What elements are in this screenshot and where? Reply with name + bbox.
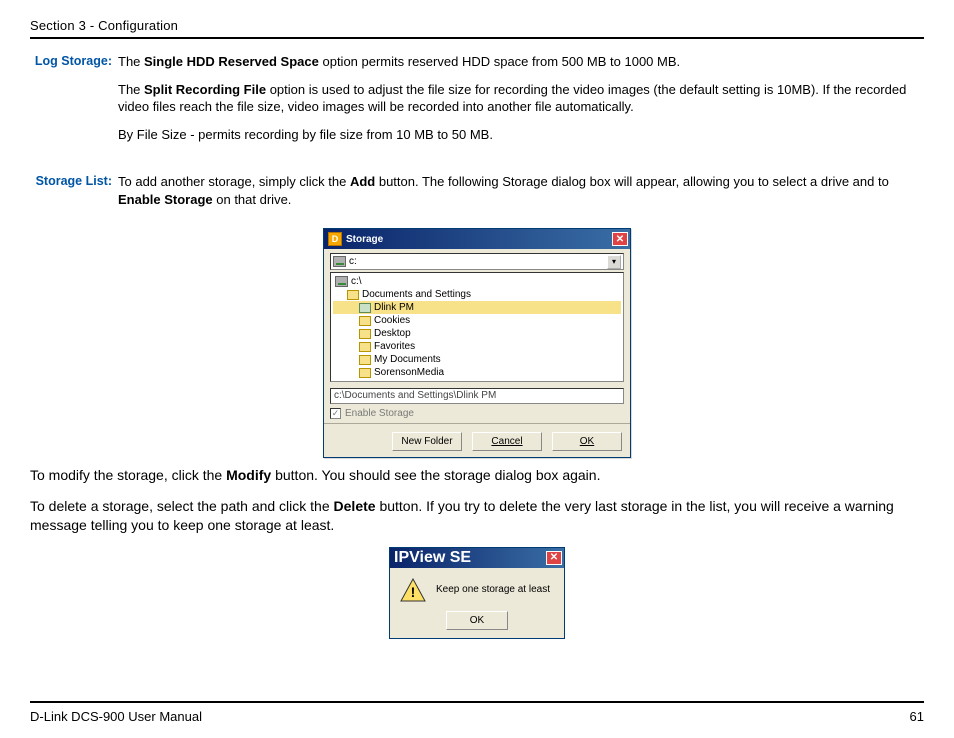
close-icon[interactable]: ✕: [612, 232, 628, 246]
close-icon[interactable]: ✕: [546, 551, 562, 565]
bold-term: Modify: [226, 467, 271, 483]
tree-item[interactable]: Cookies: [333, 314, 621, 327]
disk-icon: [333, 256, 346, 267]
folder-icon: [359, 342, 371, 352]
checkbox-icon[interactable]: ✓: [330, 408, 341, 419]
folder-icon: [359, 381, 371, 383]
tree-item[interactable]: Favorites: [333, 340, 621, 353]
warning-title: IPView SE: [394, 549, 471, 567]
divider: [324, 423, 630, 424]
tree-item[interactable]: Desktop: [333, 327, 621, 340]
svg-text:!: !: [411, 584, 416, 600]
folder-icon: [347, 290, 359, 300]
tree-item-label: Start Menu: [374, 380, 423, 382]
chevron-down-icon[interactable]: ▾: [607, 255, 621, 269]
folder-icon: [359, 329, 371, 339]
warning-titlebar: IPView SE ✕: [390, 548, 564, 568]
warning-dialog: IPView SE ✕ ! Keep one storage at least …: [389, 547, 565, 639]
new-folder-button[interactable]: New Folder: [392, 432, 462, 451]
section-header: Section 3 - Configuration: [30, 18, 924, 39]
log-storage-block: Log Storage: The Single HDD Reserved Spa…: [30, 53, 924, 153]
storage-list-body: To add another storage, simply click the…: [118, 173, 924, 218]
cancel-label: Cancel: [491, 436, 522, 447]
tree-item[interactable]: Start Menu: [333, 379, 621, 382]
path-field[interactable]: c:\Documents and Settings\Dlink PM: [330, 388, 624, 404]
tree-item-label: Favorites: [374, 341, 415, 352]
warning-icon: !: [400, 578, 426, 602]
folder-tree[interactable]: c:\Documents and Settings Dlink PM Cookies…: [330, 272, 624, 382]
folder-icon: [359, 303, 371, 313]
text: button. The following Storage dialog box…: [375, 174, 889, 189]
storage-list-block: Storage List: To add another storage, si…: [30, 173, 924, 218]
text: button. You should see the storage dialo…: [271, 467, 600, 483]
tree-item-label: Dlink PM: [374, 302, 414, 313]
log-storage-label: Log Storage:: [30, 53, 118, 68]
tree-item[interactable]: SorensonMedia: [333, 366, 621, 379]
log-storage-body: The Single HDD Reserved Space option per…: [118, 53, 924, 153]
text: To modify the storage, click the: [30, 467, 226, 483]
tree-item-label: Documents and Settings: [362, 289, 471, 300]
tree-item-label: SorensonMedia: [374, 367, 444, 378]
storage-dialog: D Storage ✕ c: ▾ c:\Documents and Settin…: [323, 228, 631, 458]
tree-item-label: My Documents: [374, 354, 441, 365]
footer-title: D-Link DCS-900 User Manual: [30, 709, 202, 724]
delete-paragraph: To delete a storage, select the path and…: [30, 497, 924, 535]
bold-term: Single HDD Reserved Space: [144, 54, 319, 69]
tree-item-label: Cookies: [374, 315, 410, 326]
bold-term: Split Recording File: [144, 82, 266, 97]
page-footer: D-Link DCS-900 User Manual 61: [30, 701, 924, 724]
checkbox-label: Enable Storage: [345, 408, 414, 419]
folder-icon: [359, 368, 371, 378]
bold-term: Enable Storage: [118, 192, 213, 207]
storage-titlebar: D Storage ✕: [324, 229, 630, 249]
warning-ok-button[interactable]: OK: [446, 611, 508, 630]
drive-label: c:: [349, 256, 357, 267]
app-icon: D: [328, 232, 342, 246]
text: on that drive.: [213, 192, 292, 207]
folder-icon: [359, 355, 371, 365]
dialog-title: Storage: [346, 234, 383, 245]
tree-item-label: Desktop: [374, 328, 411, 339]
cancel-button[interactable]: Cancel: [472, 432, 542, 451]
bold-term: Delete: [334, 498, 376, 514]
text: By File Size - permits recording by file…: [118, 126, 924, 144]
disk-icon: [335, 276, 348, 287]
tree-item[interactable]: Documents and Settings: [333, 288, 621, 301]
page-number: 61: [910, 709, 924, 724]
text: The: [118, 54, 144, 69]
tree-item-label: c:\: [351, 276, 362, 287]
tree-item[interactable]: Dlink PM: [333, 301, 621, 314]
text: The: [118, 82, 144, 97]
tree-item[interactable]: My Documents: [333, 353, 621, 366]
enable-storage-checkbox[interactable]: ✓ Enable Storage: [330, 408, 624, 419]
text: option permits reserved HDD space from 5…: [319, 54, 680, 69]
warning-message: Keep one storage at least: [436, 584, 550, 595]
drive-combobox[interactable]: c: ▾: [330, 253, 624, 270]
folder-icon: [359, 316, 371, 326]
bold-term: Add: [350, 174, 375, 189]
tree-item[interactable]: c:\: [333, 275, 621, 288]
ok-label: OK: [580, 436, 594, 447]
text: To add another storage, simply click the: [118, 174, 350, 189]
storage-list-label: Storage List:: [30, 173, 118, 188]
text: To delete a storage, select the path and…: [30, 498, 334, 514]
ok-button[interactable]: OK: [552, 432, 622, 451]
modify-paragraph: To modify the storage, click the Modify …: [30, 466, 924, 485]
